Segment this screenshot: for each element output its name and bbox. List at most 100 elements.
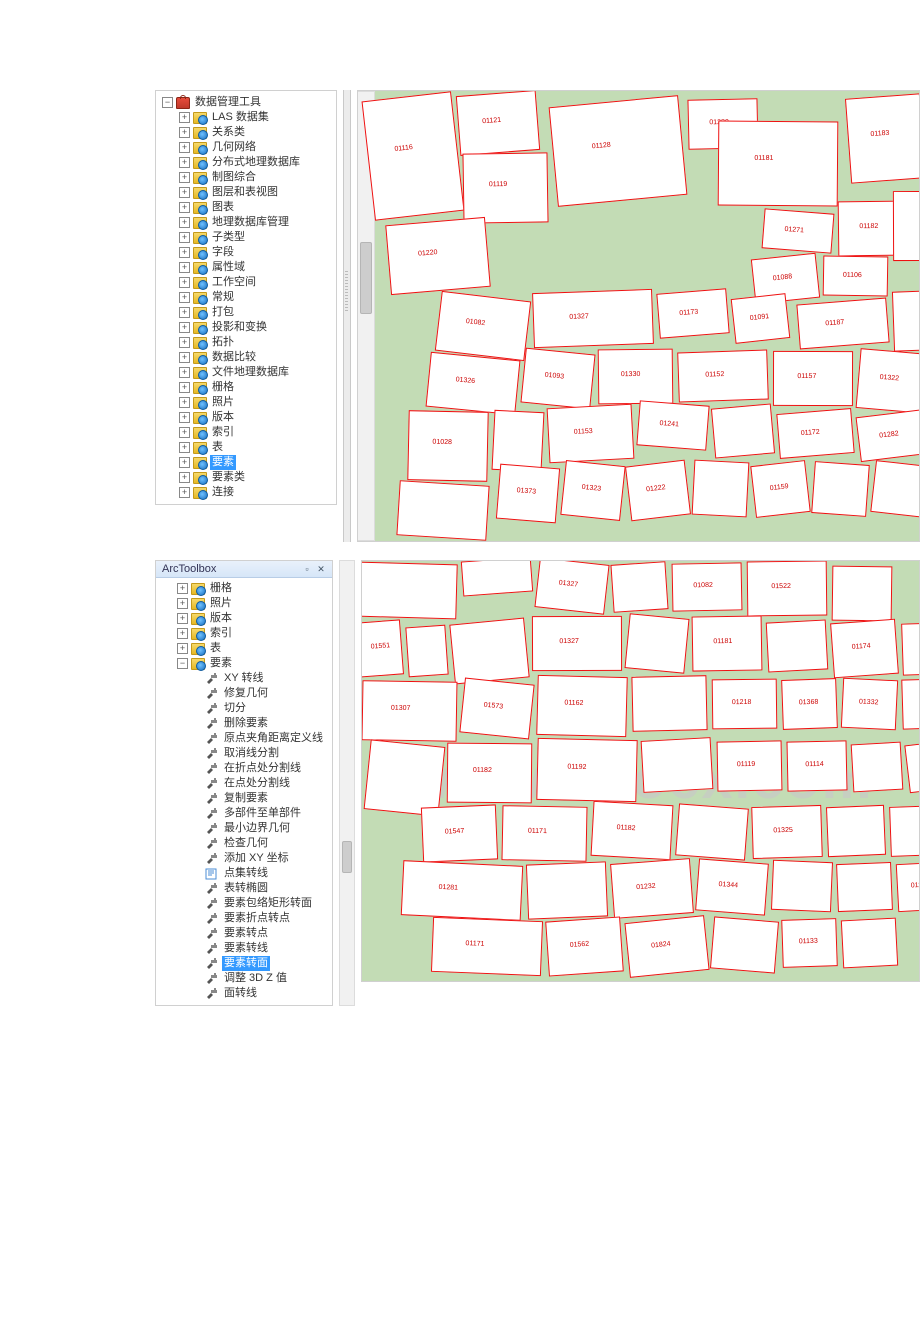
tree-item-label[interactable]: 拓扑 [210,335,236,350]
parcel[interactable] [361,562,458,620]
parcel[interactable]: 01326 [426,352,521,416]
parcel[interactable]: 01082 [435,291,531,361]
parcel[interactable] [901,622,920,675]
parcel[interactable]: 01162 [536,675,628,737]
expander-icon[interactable]: + [177,583,188,594]
parcel[interactable]: 01551 [361,619,404,677]
tool-item-label[interactable]: 在折点处分割线 [222,761,303,776]
tree-item-label[interactable]: 数据比较 [210,350,258,365]
parcel[interactable]: 01159 [750,460,810,518]
tool-item-label[interactable]: 表转椭圆 [222,881,270,896]
tree-item-label[interactable]: 关系类 [210,125,247,140]
parcel[interactable]: 01119 [717,740,783,791]
tool-item-label[interactable]: 点集转线 [222,866,270,881]
tool-item-label[interactable]: 要素包络矩形转面 [222,896,314,911]
parcel[interactable] [405,625,448,678]
parcel[interactable]: 01271 [762,208,835,253]
parcel[interactable] [851,742,904,793]
parcel[interactable]: 01241 [636,400,709,450]
parcel[interactable]: 01522 [747,561,828,617]
parcel[interactable] [889,805,920,857]
parcel[interactable]: 01332 [841,678,898,731]
tree-item-label[interactable]: 子类型 [210,230,247,245]
tool-item-label[interactable]: 要素转线 [222,941,270,956]
expander-icon[interactable]: + [179,427,190,438]
parcel[interactable] [836,862,893,912]
close-icon[interactable]: ✕ [316,564,326,574]
parcel[interactable] [675,803,749,860]
tree-item-label[interactable]: 索引 [208,626,234,641]
expander-icon[interactable]: + [179,412,190,423]
tool-item-label[interactable]: 多部件至单部件 [222,806,303,821]
tree-item-label[interactable]: 地理数据库管理 [210,215,291,230]
parcel[interactable]: 01192 [536,738,637,802]
tree-item-label[interactable]: 分布式地理数据库 [210,155,302,170]
tool-item-label[interactable]: 复制要素 [222,791,270,806]
expander-icon[interactable]: + [179,307,190,318]
tool-item-label[interactable]: 要素折点转点 [222,911,292,926]
tree-item-label[interactable]: 图表 [210,200,236,215]
expander-icon[interactable]: + [179,232,190,243]
parcel[interactable]: 01114 [786,740,847,791]
tree-item-label[interactable]: 打包 [210,305,236,320]
expander-icon[interactable]: + [177,613,188,624]
pin-icon[interactable]: ▫ [302,564,312,574]
expander-icon[interactable]: + [179,157,190,168]
parcel[interactable]: 01121 [456,90,540,156]
parcel[interactable]: 01368 [781,678,838,730]
parcel[interactable] [711,403,775,458]
expander-icon[interactable]: + [179,367,190,378]
expander-icon[interactable]: + [179,442,190,453]
parcel[interactable]: 01182 [447,743,533,804]
parcel[interactable]: 01327 [534,560,609,615]
parcel[interactable] [396,480,489,541]
expander-icon[interactable]: + [177,643,188,654]
parcel[interactable]: 01152 [677,350,769,403]
parcel[interactable]: 01028 [407,410,488,482]
parcel[interactable]: 01325 [751,805,823,859]
parcel[interactable] [811,461,870,517]
parcel[interactable]: 01172 [776,408,854,459]
parcel[interactable]: 01119 [462,152,548,223]
parcel[interactable]: 01573 [459,678,534,740]
tree-item-label[interactable]: 要素 [210,455,236,470]
expander-icon[interactable]: + [179,397,190,408]
expander-icon[interactable]: − [177,658,188,669]
expander-icon[interactable]: + [179,487,190,498]
parcel[interactable]: 01174 [830,619,899,679]
expander-icon[interactable]: + [179,292,190,303]
expander-icon[interactable]: + [179,172,190,183]
parcel[interactable]: 01116 [362,91,465,220]
parcel[interactable]: 01093 [520,348,595,410]
expander-icon[interactable]: + [179,247,190,258]
parcel[interactable] [692,460,750,518]
tool-item-label[interactable]: 调整 3D Z 值 [222,971,289,986]
expander-icon[interactable]: + [179,457,190,468]
tree-item-label[interactable]: 工作空间 [210,275,258,290]
tree-item-label[interactable]: 要素类 [210,470,247,485]
tree-item-label[interactable]: 照片 [208,596,234,611]
expander-icon[interactable]: + [179,217,190,228]
parcel[interactable] [631,675,707,732]
expander-icon[interactable]: + [179,382,190,393]
parcel[interactable]: 01106 [823,255,889,296]
expander-icon[interactable]: + [179,322,190,333]
expander-icon[interactable]: + [179,352,190,363]
expander-icon[interactable]: + [179,187,190,198]
parcel[interactable] [710,916,779,973]
tree-item-label[interactable]: 制图综合 [210,170,258,185]
parcel[interactable] [870,460,920,518]
parcel[interactable] [641,737,714,793]
parcel[interactable] [610,561,668,613]
parcel[interactable]: 01157 [773,351,853,406]
expander-icon[interactable]: + [177,628,188,639]
parcel[interactable]: 01327 [532,289,654,348]
tool-item-label[interactable]: XY 转线 [222,671,266,686]
tree-item-label[interactable]: 版本 [208,611,234,626]
parcel[interactable]: 01181 [718,121,839,207]
expander-icon[interactable]: + [179,262,190,273]
tree-item-label[interactable]: LAS 数据集 [210,110,271,125]
tool-item-label[interactable]: 要素转点 [222,926,270,941]
expander-icon[interactable]: + [177,598,188,609]
parcel[interactable] [624,613,689,674]
